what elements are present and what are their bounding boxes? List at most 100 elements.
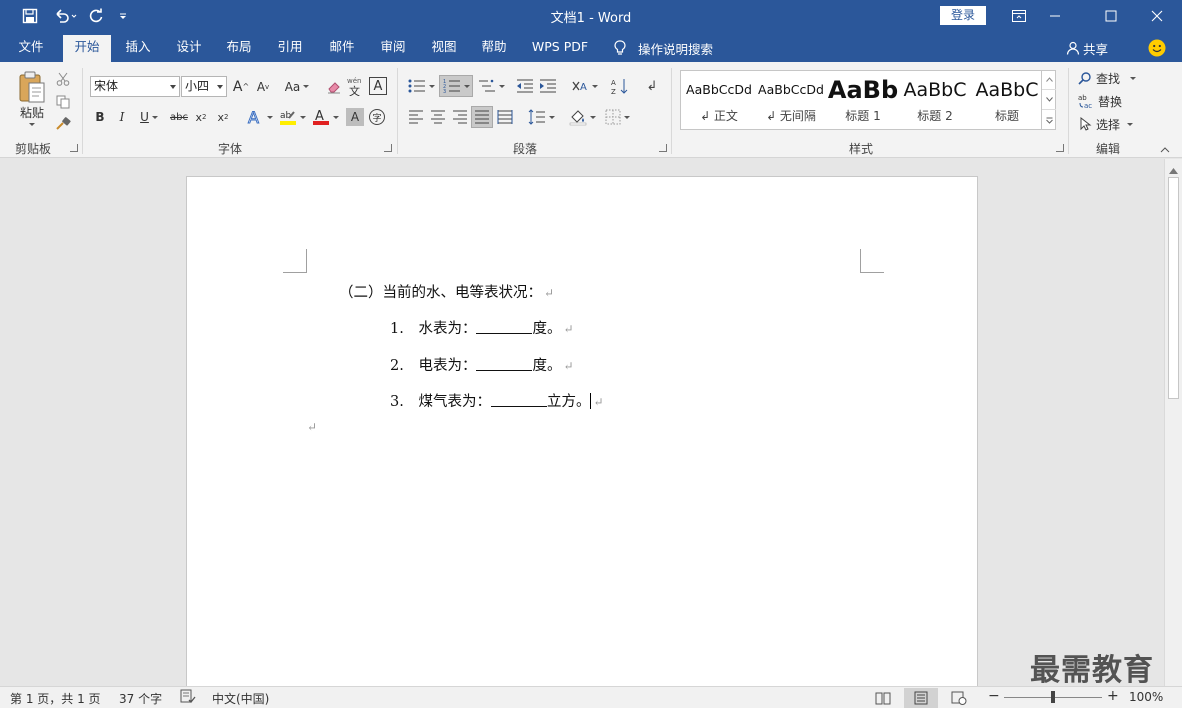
tab-design[interactable]: 设计 — [167, 38, 211, 62]
fill-blank[interactable] — [490, 393, 547, 407]
zoom-slider-thumb[interactable] — [1051, 691, 1055, 703]
subscript-icon[interactable]: x2 — [192, 108, 210, 126]
font-size-combobox[interactable]: 小四 — [181, 76, 227, 97]
tab-mailings[interactable]: 邮件 — [320, 38, 364, 62]
tab-review[interactable]: 审阅 — [371, 38, 415, 62]
paste-icon[interactable] — [14, 68, 50, 106]
zoom-in-button[interactable]: + — [1107, 688, 1119, 704]
align-center-icon[interactable] — [428, 108, 448, 126]
line-spacing-icon[interactable] — [525, 107, 557, 127]
document-heading[interactable]: （二）当前的水、电等表状况： ↵ — [339, 281, 554, 302]
customize-toolbar-icon[interactable] — [113, 5, 133, 27]
cut-icon[interactable] — [54, 70, 72, 88]
document-area[interactable]: （二）当前的水、电等表状况： ↵ 1. 水表为： 度。 ↵ 2. 电表为： 度。 ↵ 3.… — [0, 159, 1164, 696]
align-right-icon[interactable] — [450, 108, 470, 126]
align-left-icon[interactable] — [406, 108, 426, 126]
style-no-spacing[interactable]: AaBbCcDd ↲ 无间隔 — [755, 73, 827, 127]
tab-view[interactable]: 视图 — [422, 38, 466, 62]
list-item[interactable]: 1. 水表为： 度。 ↵ — [390, 317, 574, 338]
italic-icon[interactable]: I — [114, 108, 130, 126]
list-item[interactable]: 2. 电表为： 度。 ↵ — [390, 354, 574, 375]
list-item[interactable]: 3. 煤气表为： 立方。 ↵ — [390, 390, 604, 411]
font-launcher-icon[interactable] — [384, 144, 392, 152]
decrease-indent-icon[interactable] — [515, 76, 535, 96]
show-formatting-marks-icon[interactable]: ↲ — [642, 76, 662, 96]
web-layout-icon[interactable] — [942, 688, 976, 708]
undo-icon[interactable] — [50, 5, 80, 27]
clear-formatting-icon[interactable] — [324, 76, 344, 97]
find-button[interactable]: 查找 — [1078, 68, 1137, 88]
format-painter-icon[interactable] — [54, 115, 72, 133]
zoom-level[interactable]: 100% — [1129, 690, 1163, 704]
style-normal[interactable]: AaBbCcDd ↲ 正文 — [683, 73, 755, 127]
minimize-icon[interactable] — [1032, 0, 1078, 32]
close-icon[interactable] — [1134, 0, 1180, 32]
bullets-icon[interactable] — [406, 76, 436, 96]
tab-wps-pdf[interactable]: WPS PDF — [526, 38, 594, 62]
chevron-down-icon[interactable] — [170, 85, 176, 89]
zoom-out-button[interactable]: − — [988, 688, 1000, 704]
gallery-more-icon[interactable] — [1042, 110, 1056, 130]
document-page[interactable]: （二）当前的水、电等表状况： ↵ 1. 水表为： 度。 ↵ 2. 电表为： 度。 ↵ 3.… — [186, 176, 978, 696]
shading-icon[interactable] — [566, 107, 598, 127]
maximize-icon[interactable] — [1088, 0, 1134, 32]
styles-launcher-icon[interactable] — [1056, 144, 1064, 152]
redo-icon[interactable] — [84, 5, 108, 27]
shrink-font-icon[interactable]: Av — [254, 76, 272, 97]
fill-blank[interactable] — [476, 320, 533, 334]
tell-me-search[interactable]: 操作说明搜索 — [614, 38, 713, 58]
proofing-icon[interactable] — [180, 689, 196, 707]
chinese-layout-icon[interactable]: A — [568, 76, 600, 96]
read-mode-icon[interactable] — [866, 688, 900, 708]
grow-font-icon[interactable]: A ^ — [232, 76, 250, 97]
page-count[interactable]: 第 1 页，共 1 页 — [10, 690, 101, 707]
vertical-scrollbar[interactable] — [1164, 159, 1182, 686]
tab-layout[interactable]: 布局 — [217, 38, 261, 62]
highlight-color-icon[interactable]: ab — [277, 107, 307, 127]
justify-icon[interactable] — [471, 106, 493, 128]
text-effects-icon[interactable]: A — [244, 107, 274, 127]
word-count[interactable]: 37 个字 — [119, 690, 162, 707]
borders-icon[interactable] — [601, 107, 633, 127]
gallery-scroll-down-icon[interactable] — [1042, 90, 1056, 110]
distributed-icon[interactable] — [495, 108, 515, 126]
tab-home[interactable]: 开始 — [63, 35, 111, 62]
tab-references[interactable]: 引用 — [268, 38, 312, 62]
copy-icon[interactable] — [54, 93, 72, 111]
chevron-down-icon[interactable] — [217, 85, 223, 89]
tab-insert[interactable]: 插入 — [116, 38, 160, 62]
font-color-icon[interactable]: A — [310, 107, 340, 127]
tab-help[interactable]: 帮助 — [472, 38, 516, 62]
login-button[interactable]: 登录 — [940, 6, 986, 25]
tab-file[interactable]: 文件 — [8, 38, 54, 62]
scrollbar-thumb[interactable] — [1168, 177, 1179, 399]
print-layout-icon[interactable] — [904, 688, 938, 708]
smiley-feedback-icon[interactable] — [1148, 39, 1166, 57]
multilevel-list-icon[interactable] — [475, 76, 507, 96]
share-button[interactable]: 共享 — [1066, 38, 1108, 58]
increase-indent-icon[interactable] — [538, 76, 558, 96]
phonetic-guide-icon[interactable]: wén 文 — [346, 74, 366, 98]
empty-paragraph[interactable]: ↵ — [305, 419, 317, 435]
character-border-icon[interactable]: A — [369, 77, 387, 95]
numbering-icon[interactable]: 123 — [439, 75, 473, 97]
style-heading-2[interactable]: AaBbC 标题 2 — [899, 73, 971, 127]
bold-icon[interactable]: B — [92, 108, 108, 126]
collapse-ribbon-icon[interactable] — [1158, 144, 1172, 156]
character-shading-icon[interactable]: A — [346, 108, 364, 126]
fill-blank[interactable] — [476, 357, 533, 371]
paste-button[interactable]: 粘贴 — [12, 104, 52, 120]
enclose-characters-icon[interactable]: 字 — [368, 108, 386, 126]
style-heading-1[interactable]: AaBb 标题 1 — [827, 73, 899, 127]
strikethrough-icon[interactable]: abc — [168, 108, 190, 126]
change-case-button[interactable]: Aa — [281, 76, 313, 97]
gallery-scroll-up-icon[interactable] — [1042, 70, 1056, 90]
superscript-icon[interactable]: x2 — [214, 108, 232, 126]
scroll-up-icon[interactable] — [1169, 163, 1178, 177]
select-button[interactable]: 选择 — [1078, 114, 1134, 134]
underline-icon[interactable]: U — [136, 108, 162, 126]
paste-dropdown-icon[interactable] — [26, 120, 38, 128]
font-name-combobox[interactable]: 宋体 — [90, 76, 180, 97]
sort-icon[interactable]: AZ — [610, 76, 630, 96]
style-title[interactable]: AaBbC 标题 — [971, 73, 1043, 127]
